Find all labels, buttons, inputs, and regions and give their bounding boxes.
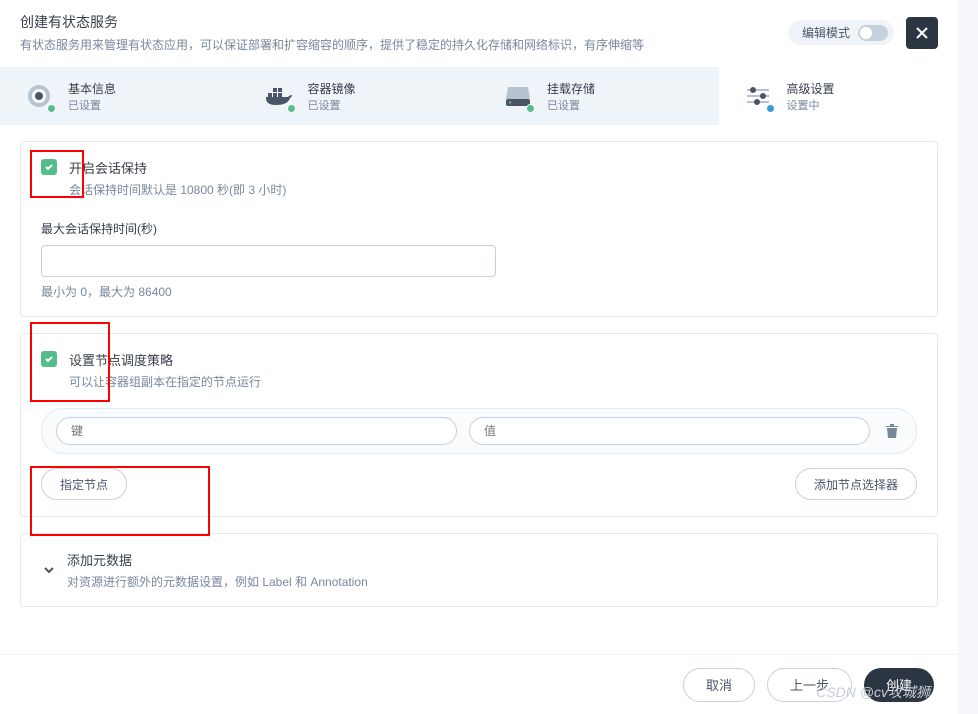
enable-session-checkbox[interactable] bbox=[41, 159, 57, 175]
max-session-label: 最大会话保持时间(秒) bbox=[41, 220, 917, 237]
metadata-title: 添加元数据 bbox=[67, 550, 917, 569]
step-status: 已设置 bbox=[547, 97, 595, 113]
step-title: 基本信息 bbox=[68, 80, 116, 97]
modal-header: 创建有状态服务 有状态服务用来管理有状态应用，可以保证部署和扩容缩容的顺序，提供… bbox=[0, 0, 958, 67]
step-title: 容器镜像 bbox=[308, 80, 356, 97]
step-status: 设置中 bbox=[787, 97, 835, 113]
step-mount-storage[interactable]: 挂载存储 已设置 bbox=[479, 67, 719, 125]
close-icon bbox=[915, 26, 929, 40]
metadata-card: 添加元数据 对资源进行额外的元数据设置，例如 Label 和 Annotatio… bbox=[20, 533, 938, 607]
step-container-image[interactable]: 容器镜像 已设置 bbox=[240, 67, 480, 125]
session-affinity-card: 开启会话保持 会话保持时间默认是 10800 秒(即 3 小时) 最大会话保持时… bbox=[20, 141, 938, 317]
step-advanced-settings[interactable]: 高级设置 设置中 bbox=[719, 67, 959, 125]
check-icon bbox=[44, 354, 54, 364]
step-basic-info[interactable]: 基本信息 已设置 bbox=[0, 67, 240, 125]
enable-scheduling-checkbox[interactable] bbox=[41, 351, 57, 367]
max-session-input[interactable] bbox=[41, 245, 496, 277]
prev-button[interactable]: 上一步 bbox=[767, 668, 852, 702]
step-status: 已设置 bbox=[308, 97, 356, 113]
scheduling-desc: 可以让容器组副本在指定的节点运行 bbox=[69, 373, 917, 390]
value-input[interactable] bbox=[469, 417, 870, 445]
content-area: 开启会话保持 会话保持时间默认是 10800 秒(即 3 小时) 最大会话保持时… bbox=[0, 125, 958, 665]
step-title: 高级设置 bbox=[787, 80, 835, 97]
create-statefulset-modal: 创建有状态服务 有状态服务用来管理有状态应用，可以保证部署和扩容缩容的顺序，提供… bbox=[0, 0, 958, 714]
delete-row-button[interactable] bbox=[882, 421, 902, 441]
target-icon bbox=[24, 81, 54, 111]
sliders-icon bbox=[743, 81, 773, 111]
storage-icon bbox=[503, 81, 533, 111]
check-icon bbox=[44, 162, 54, 172]
session-title: 开启会话保持 bbox=[69, 158, 917, 177]
step-status: 已设置 bbox=[68, 97, 116, 113]
modal-footer: 取消 上一步 创建 bbox=[0, 654, 958, 714]
edit-mode-label: 编辑模式 bbox=[802, 24, 850, 41]
expand-metadata-button[interactable] bbox=[41, 562, 57, 578]
edit-mode-toggle[interactable]: 编辑模式 bbox=[788, 20, 894, 45]
chevron-down-icon bbox=[43, 564, 55, 576]
step-title: 挂载存储 bbox=[547, 80, 595, 97]
specify-node-button[interactable]: 指定节点 bbox=[41, 468, 127, 500]
docker-icon bbox=[264, 81, 294, 111]
scheduling-title: 设置节点调度策略 bbox=[69, 350, 917, 369]
key-input[interactable] bbox=[56, 417, 457, 445]
trash-icon bbox=[885, 423, 899, 439]
modal-subtitle: 有状态服务用来管理有状态应用，可以保证部署和扩容缩容的顺序，提供了稳定的持久化存… bbox=[20, 36, 788, 53]
add-selector-button[interactable]: 添加节点选择器 bbox=[795, 468, 917, 500]
selector-row bbox=[41, 408, 917, 454]
step-tabs: 基本信息 已设置 容器镜像 已设置 挂载存储 已设置 bbox=[0, 67, 958, 125]
cancel-button[interactable]: 取消 bbox=[683, 668, 755, 702]
modal-title: 创建有状态服务 bbox=[20, 12, 788, 32]
create-button[interactable]: 创建 bbox=[864, 668, 934, 702]
session-desc: 会话保持时间默认是 10800 秒(即 3 小时) bbox=[69, 181, 917, 198]
max-session-hint: 最小为 0，最大为 86400 bbox=[41, 283, 917, 300]
node-scheduling-card: 设置节点调度策略 可以让容器组副本在指定的节点运行 指定节点 添加节点选择器 bbox=[20, 333, 938, 517]
metadata-desc: 对资源进行额外的元数据设置，例如 Label 和 Annotation bbox=[67, 573, 917, 590]
toggle-switch bbox=[858, 25, 888, 41]
close-button[interactable] bbox=[906, 17, 938, 49]
